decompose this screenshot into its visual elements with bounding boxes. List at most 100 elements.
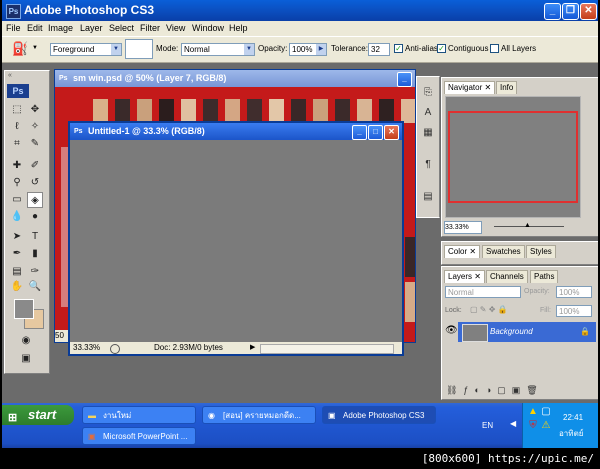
menu-view[interactable]: View bbox=[166, 23, 185, 33]
app-title-bar[interactable]: Ps Adobe Photoshop CS3 _ ❐ ✕ bbox=[2, 0, 598, 21]
tab-layers[interactable]: Layers ✕ bbox=[444, 270, 485, 283]
security-shield-icon[interactable]: ⛨ bbox=[527, 420, 539, 432]
menu-select[interactable]: Select bbox=[109, 23, 134, 33]
document-window-untitled[interactable]: Ps Untitled-1 @ 33.3% (RGB/8) _ □ ✕ 33.3… bbox=[68, 121, 404, 356]
layer-footer-icons[interactable]: ⛓ƒ◐◑▢▣🗑 bbox=[446, 385, 544, 396]
monitor-icon[interactable]: ▢ bbox=[540, 406, 552, 418]
paragraph-icon[interactable]: ¶ bbox=[420, 157, 436, 172]
zoom-tool-icon[interactable]: 🔍 bbox=[27, 279, 43, 295]
menu-filter[interactable]: Filter bbox=[140, 23, 160, 33]
navigator-panel: Navigator ✕ Info 33.33% ▲ bbox=[441, 77, 598, 237]
close-button[interactable]: ✕ bbox=[580, 3, 597, 20]
navigator-preview[interactable] bbox=[445, 96, 581, 218]
horizontal-scrollbar[interactable] bbox=[260, 344, 394, 354]
layer-opacity-label: Opacity: bbox=[524, 288, 550, 295]
collapse-icon[interactable]: « bbox=[8, 72, 12, 79]
mode-select[interactable]: Normal ▼ bbox=[181, 43, 255, 56]
screen-mode-icon[interactable]: ▣ bbox=[18, 351, 34, 367]
marquee-tool-icon[interactable]: ⬚ bbox=[9, 102, 25, 118]
brushes-icon[interactable]: ▦ bbox=[420, 125, 436, 140]
fill-field[interactable]: 100% bbox=[556, 305, 592, 317]
document-title-bar[interactable]: Ps sm win.psd @ 50% (Layer 7, RGB/8) _ bbox=[55, 70, 415, 87]
view-box[interactable] bbox=[448, 111, 578, 203]
navigator-zoom-field[interactable]: 33.33% bbox=[444, 221, 482, 234]
taskbar-folder-button[interactable]: ▬ งานใหม่ bbox=[82, 406, 196, 424]
menu-image[interactable]: Image bbox=[48, 23, 73, 33]
clone-stamp-tool-icon[interactable]: ⚲ bbox=[9, 175, 25, 191]
dodge-tool-icon[interactable]: ● bbox=[27, 209, 43, 225]
all-layers-checkbox[interactable] bbox=[490, 44, 499, 53]
maximize-button[interactable]: □ bbox=[368, 125, 383, 140]
menu-layer[interactable]: Layer bbox=[80, 23, 103, 33]
menu-edit[interactable]: Edit bbox=[27, 23, 43, 33]
zoom-level[interactable]: 33.33% bbox=[73, 342, 100, 354]
canvas[interactable] bbox=[70, 140, 402, 342]
character-icon[interactable]: A bbox=[420, 105, 436, 120]
lasso-tool-icon[interactable]: ℓ bbox=[9, 119, 25, 135]
taskbar-chrome-button[interactable]: ◉ [สอน] ครายหมอกดีด... bbox=[202, 406, 316, 424]
tab-navigator[interactable]: Navigator ✕ bbox=[444, 81, 496, 94]
tab-paths[interactable]: Paths bbox=[530, 270, 559, 283]
tool-preset-arrow-icon[interactable]: ▼ bbox=[32, 45, 38, 51]
blend-mode-select[interactable]: Normal bbox=[445, 286, 521, 298]
tab-info[interactable]: Info bbox=[496, 81, 518, 94]
quick-mask-icon[interactable]: ◉ bbox=[18, 333, 34, 349]
magic-wand-tool-icon[interactable]: ✧ bbox=[27, 119, 43, 135]
menu-file[interactable]: File bbox=[6, 23, 21, 33]
shape-tool-icon[interactable]: ▮ bbox=[27, 246, 43, 262]
tolerance-field[interactable]: 32 bbox=[368, 43, 390, 56]
tray-expand-icon[interactable]: ◀ bbox=[510, 419, 516, 428]
eyedropper-tool-icon[interactable]: ✑ bbox=[27, 264, 43, 280]
tab-swatches[interactable]: Swatches bbox=[482, 245, 525, 258]
contiguous-checkbox[interactable]: ✓ bbox=[437, 44, 446, 53]
tool-presets-icon[interactable]: ▤ bbox=[420, 189, 436, 204]
notes-tool-icon[interactable]: ▤ bbox=[9, 264, 25, 280]
crop-tool-icon[interactable]: ⌗ bbox=[9, 136, 25, 152]
pen-tool-icon[interactable]: ✒ bbox=[9, 246, 25, 262]
restore-button[interactable]: ❐ bbox=[562, 3, 579, 20]
paint-bucket-icon[interactable]: ⛽ bbox=[12, 41, 28, 57]
minimize-button[interactable]: _ bbox=[397, 72, 412, 87]
tab-styles[interactable]: Styles bbox=[526, 245, 556, 258]
taskbar-photoshop-button[interactable]: ▣ Adobe Photoshop CS3 bbox=[322, 406, 436, 424]
brush-tool-icon[interactable]: ✐ bbox=[27, 158, 43, 174]
layer-row-background[interactable]: Background 🔒 bbox=[458, 322, 596, 342]
language-indicator[interactable]: EN bbox=[482, 421, 493, 430]
healing-brush-tool-icon[interactable]: ✚ bbox=[9, 158, 25, 174]
close-button[interactable]: ✕ bbox=[384, 125, 399, 140]
status-arrow-icon[interactable]: ▶ bbox=[250, 342, 255, 354]
menu-help[interactable]: Help bbox=[229, 23, 248, 33]
paint-bucket-tool-icon[interactable]: ◈ bbox=[27, 192, 43, 208]
fill-source-select[interactable]: Foreground ▼ bbox=[50, 43, 122, 56]
foreground-color-swatch[interactable] bbox=[14, 299, 34, 319]
document-title-bar[interactable]: Ps Untitled-1 @ 33.3% (RGB/8) _ □ ✕ bbox=[70, 123, 402, 140]
opacity-field[interactable]: 100% ▶ bbox=[289, 43, 327, 56]
clock-time[interactable]: 22:41 bbox=[563, 413, 583, 422]
lock-icons[interactable]: ▢ ✎ ✥ 🔒 bbox=[470, 305, 508, 314]
hand-tool-icon[interactable]: ✋ bbox=[9, 279, 25, 295]
menu-window[interactable]: Window bbox=[192, 23, 224, 33]
minimize-button[interactable]: _ bbox=[544, 3, 561, 20]
type-tool-icon[interactable]: T bbox=[27, 229, 43, 245]
alert-icon[interactable]: ⚠ bbox=[540, 420, 552, 432]
network-icon[interactable]: ▲ bbox=[527, 406, 539, 418]
taskbar-powerpoint-button[interactable]: ▣ Microsoft PowerPoint ... bbox=[82, 427, 196, 445]
blur-tool-icon[interactable]: 💧 bbox=[9, 209, 25, 225]
status-menu-icon[interactable] bbox=[110, 344, 120, 354]
eye-icon[interactable]: 👁 bbox=[445, 325, 458, 336]
start-button[interactable]: ⊞ start bbox=[2, 405, 74, 425]
zoom-slider-thumb[interactable]: ▲ bbox=[524, 222, 531, 229]
move-tool-icon[interactable]: ✥ bbox=[27, 102, 43, 118]
path-selection-tool-icon[interactable]: ➤ bbox=[9, 229, 25, 245]
pattern-picker[interactable] bbox=[125, 39, 153, 59]
eraser-tool-icon[interactable]: ▭ bbox=[9, 192, 25, 208]
slice-tool-icon[interactable]: ✎ bbox=[27, 136, 43, 152]
history-icon[interactable]: ⎘ bbox=[420, 85, 436, 100]
tab-color[interactable]: Color ✕ bbox=[444, 245, 481, 258]
anti-alias-checkbox[interactable]: ✓ bbox=[394, 44, 403, 53]
start-label: start bbox=[28, 407, 57, 422]
layer-opacity-field[interactable]: 100% bbox=[556, 286, 592, 298]
history-brush-tool-icon[interactable]: ↺ bbox=[27, 175, 43, 191]
tab-channels[interactable]: Channels bbox=[486, 270, 528, 283]
minimize-button[interactable]: _ bbox=[352, 125, 367, 140]
